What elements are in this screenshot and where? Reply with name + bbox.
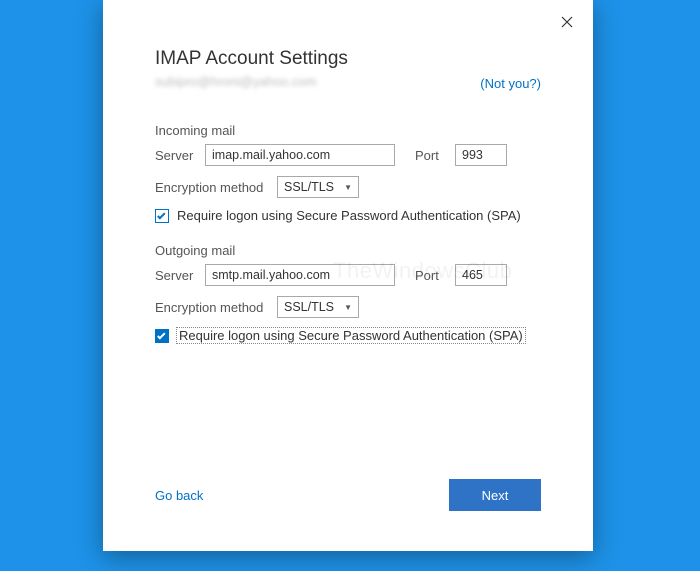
incoming-spa-checkbox[interactable]	[155, 209, 169, 223]
outgoing-encryption-select[interactable]: SSL/TLS ▼	[277, 296, 359, 318]
go-back-link[interactable]: Go back	[155, 488, 203, 503]
not-you-link[interactable]: (Not you?)	[480, 74, 541, 91]
incoming-heading: Incoming mail	[155, 123, 541, 138]
close-icon[interactable]	[555, 10, 579, 34]
outgoing-port-label: Port	[415, 268, 445, 283]
incoming-encryption-select[interactable]: SSL/TLS ▼	[277, 176, 359, 198]
incoming-encryption-label: Encryption method	[155, 180, 267, 195]
outgoing-server-label: Server	[155, 268, 195, 283]
next-button[interactable]: Next	[449, 479, 541, 511]
chevron-down-icon: ▼	[344, 183, 352, 192]
chevron-down-icon: ▼	[344, 303, 352, 312]
incoming-port-label: Port	[415, 148, 445, 163]
imap-settings-dialog: IMAP Account Settings subipro@hroni@yaho…	[103, 0, 593, 551]
outgoing-spa-label: Require logon using Secure Password Auth…	[177, 328, 525, 343]
incoming-port-input[interactable]	[455, 144, 507, 166]
outgoing-server-input[interactable]	[205, 264, 395, 286]
outgoing-encryption-label: Encryption method	[155, 300, 267, 315]
outgoing-spa-checkbox[interactable]	[155, 329, 169, 343]
incoming-encryption-value: SSL/TLS	[284, 180, 334, 194]
outgoing-port-input[interactable]	[455, 264, 507, 286]
dialog-title: IMAP Account Settings	[155, 48, 541, 70]
outgoing-heading: Outgoing mail	[155, 243, 541, 258]
incoming-server-input[interactable]	[205, 144, 395, 166]
account-email: subipro@hroni@yahoo.com	[155, 74, 317, 89]
incoming-spa-label: Require logon using Secure Password Auth…	[177, 208, 521, 223]
incoming-server-label: Server	[155, 148, 195, 163]
outgoing-encryption-value: SSL/TLS	[284, 300, 334, 314]
